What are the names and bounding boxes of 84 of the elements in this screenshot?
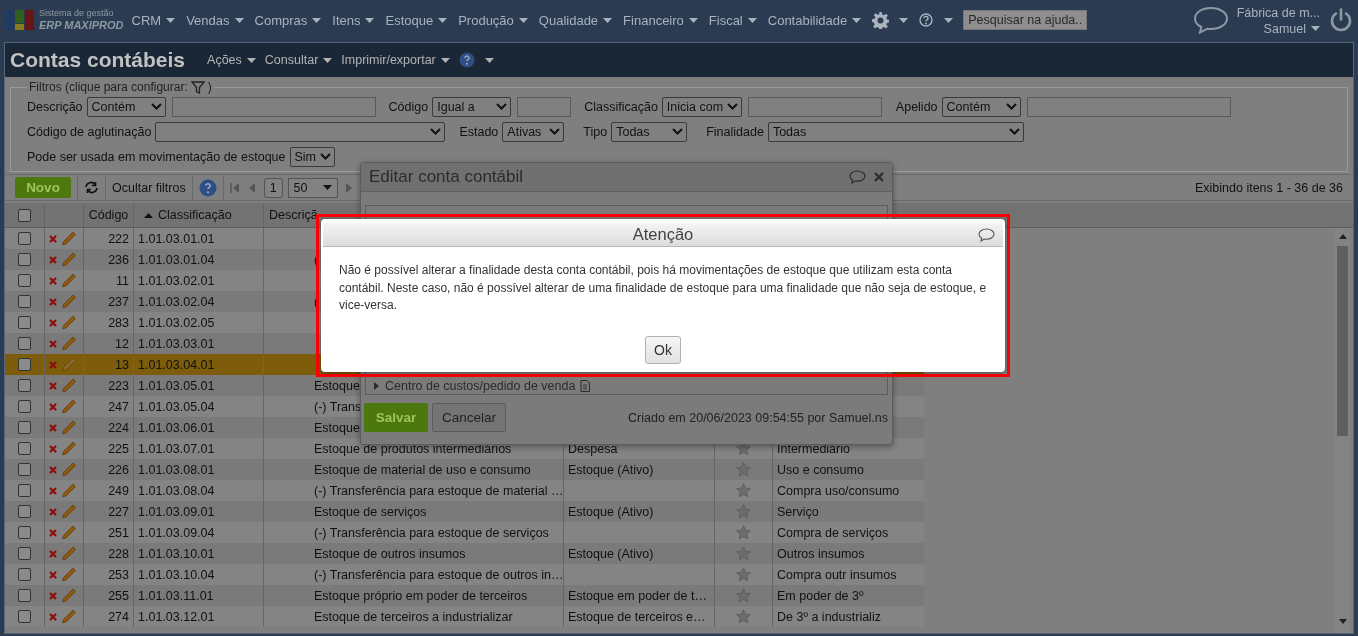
table-cell: De 3º a industrializ: [777, 609, 881, 624]
alert-message: Não é possível alterar a finalidade desta conta contábil, pois há movimentações de estoque que utilizam esta conta contábil. Neste caso, não é possível alterar de uma finalidade de estoque para uma finalidade que não seja de estoque, e vice-versa.: [338, 262, 988, 314]
table-cell: 1.01.03.07.01: [138, 441, 215, 456]
table-cell: 1.01.03.02.05: [138, 315, 215, 330]
table-cell: 227: [108, 504, 129, 519]
table-cell: 226: [108, 462, 129, 477]
dialog-title: Atenção: [632, 225, 694, 244]
created-info: Criado em 20/06/2023 09:54:55 por Samuel.ns: [628, 410, 888, 425]
table-cell: 1.01.03.05.01: [138, 378, 215, 393]
table-cell: Intermediário: [777, 441, 850, 456]
table-cell: 1.01.03.04.01: [138, 357, 215, 372]
table-cell: 236: [108, 252, 129, 267]
table-cell: 1.01.03.08.01: [138, 462, 215, 477]
table-cell: Despesa: [568, 441, 618, 456]
filter-label: Código de aglutinação: [27, 124, 152, 139]
table-cell: 1.01.03.08.04: [138, 483, 215, 498]
page-title: Contas contábeis: [10, 48, 186, 72]
table-cell: Estoque: [314, 420, 360, 435]
table-cell: 1.01.03.10.04: [138, 567, 215, 582]
filter-label: Classificação: [584, 99, 658, 114]
filter-label: Descrição: [27, 99, 83, 114]
table-cell: 1.01.03.09.04: [138, 525, 215, 540]
table-cell: (-) Trans: [314, 399, 362, 414]
filter-label: Apelido: [895, 99, 938, 114]
table-cell: Em poder de 3º: [777, 588, 864, 603]
table-cell: 1.01.03.12.01: [138, 609, 215, 624]
dialog-title: Editar conta contábil: [369, 167, 524, 187]
filter-label: Código: [388, 99, 429, 114]
filter-label: Pode ser usada em movimentação de estoque: [27, 149, 286, 164]
table-cell: Estoque (Ativo): [568, 462, 654, 477]
table-cell: 255: [108, 588, 129, 603]
filter-label: Finalidade: [706, 124, 764, 139]
table-cell: 1.01.03.03.01: [138, 336, 215, 351]
table-cell: 12: [115, 336, 129, 351]
table-cell: Estoque: [314, 378, 360, 393]
table-cell: 223: [108, 378, 129, 393]
table-cell: 237: [108, 294, 129, 309]
table-cell: 1.01.03.09.01: [138, 504, 215, 519]
table-cell: 13: [115, 357, 129, 372]
table-cell: Estoque em poder de t…: [568, 588, 707, 603]
table-cell: Estoque (Ativo): [568, 546, 654, 561]
table-cell: (-) Transferência para estoque de outros in…: [314, 567, 563, 582]
table-cell: Estoque de serviços: [314, 504, 427, 519]
table-cell: 1.01.03.10.01: [138, 546, 215, 561]
table-cell: Compra de serviços: [777, 525, 889, 540]
table-cell: 1.01.03.11.01: [138, 588, 214, 603]
table-cell: 225: [108, 441, 129, 456]
table-cell: Uso e consumo: [777, 462, 864, 477]
filter-label: Tipo: [583, 124, 608, 139]
table-cell: 1.01.03.02.01: [138, 273, 215, 288]
table-cell: Compra outr insumos: [777, 567, 897, 582]
table-cell: Estoque de terceiros e…: [568, 609, 706, 624]
table-cell: Estoque de terceiros a industrializar: [314, 609, 513, 624]
table-cell: (-) Transferência para estoque de serviços: [314, 525, 549, 540]
table-cell: 224: [108, 420, 129, 435]
table-cell: Estoque de outros insumos: [314, 546, 466, 561]
table-cell: (-) Transferência para estoque de material …: [314, 483, 563, 498]
brand-name: ERP MAXIPROD: [39, 18, 124, 31]
table-cell: Serviço: [777, 504, 819, 519]
filter-label: Estado: [459, 124, 499, 139]
table-cell: 11: [116, 273, 129, 288]
table-cell: Estoque (Ativo): [568, 504, 654, 519]
table-cell: 1.01.03.05.04: [138, 399, 215, 414]
table-cell: 1.01.03.01.01: [138, 231, 215, 246]
filters-legend-end: ): [207, 80, 212, 94]
table-cell: 249: [108, 483, 129, 498]
table-cell: Compra uso/consumo: [777, 483, 900, 498]
company-name: Fábrica de m...: [1236, 4, 1320, 22]
table-cell: 1.01.03.02.04: [138, 294, 215, 309]
table-cell: 253: [108, 567, 129, 582]
table-cell: 283: [108, 315, 129, 330]
table-cell: Estoque de material de uso e consumo: [314, 462, 531, 477]
brand-subtitle: Sistema de gestão: [39, 9, 115, 19]
table-cell: 251: [108, 525, 129, 540]
table-cell: 222: [108, 231, 129, 246]
table-cell: Estoque próprio em poder de terceiros: [314, 588, 528, 603]
table-cell: Estoque de produtos intermediários: [314, 441, 512, 456]
table-cell: 274: [108, 609, 129, 624]
table-cell: 247: [108, 399, 129, 414]
table-cell: 228: [108, 546, 129, 561]
items-summary: Exibindo itens 1 - 36 de 36: [1194, 180, 1343, 195]
table-cell: 1.01.03.06.01: [138, 420, 215, 435]
table-cell: Outros insumos: [777, 546, 865, 561]
table-cell: 1.01.03.01.04: [138, 252, 215, 267]
